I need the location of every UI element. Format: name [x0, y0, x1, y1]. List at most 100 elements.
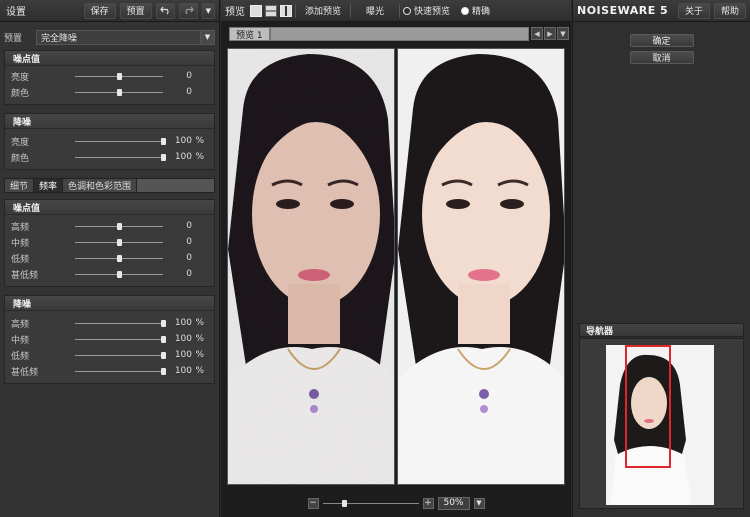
slider-track[interactable] — [75, 223, 163, 230]
radio-checked-icon — [461, 6, 470, 15]
chevron-left-icon[interactable]: ◀ — [531, 27, 543, 40]
slider-track[interactable] — [75, 352, 166, 359]
slider-label: 颜色 — [11, 88, 30, 99]
slider-label: 低频 — [11, 254, 30, 265]
slider-unit: % — [195, 136, 204, 146]
chevron-down-icon[interactable]: ▼ — [201, 2, 215, 19]
preset-value: 完全降噪 — [41, 33, 78, 44]
control-panel: NOISEWARE 5 关于 帮助 确定 取消 导航器 — [572, 0, 750, 517]
settings-title: 设置 — [6, 7, 26, 18]
split-vertical-icon[interactable] — [280, 4, 292, 17]
slider-track[interactable] — [75, 336, 166, 343]
preset-label: 预置 — [4, 33, 23, 44]
group-title: 噪点值 — [5, 51, 214, 66]
slider-label: 甚低频 — [11, 367, 39, 378]
slider-track[interactable] — [75, 368, 166, 375]
zoom-out-button[interactable]: − — [307, 497, 319, 509]
slider-thumb[interactable] — [117, 223, 122, 230]
slider-value: 0 — [186, 71, 192, 81]
slider-row: 甚低频 100% — [5, 363, 214, 379]
settings-panel: 设置 保存 预置 ▼ 预置 完全降噪 ▼ 噪点值 亮度 0 颜色 0 降噪 亮度… — [0, 0, 220, 517]
slider-thumb[interactable] — [117, 255, 122, 262]
slider-row: 低频 100% — [5, 347, 214, 363]
slider-track[interactable] — [75, 73, 163, 80]
undo-icon[interactable] — [155, 2, 175, 19]
slider-thumb[interactable] — [161, 138, 166, 145]
slider-thumb[interactable] — [161, 352, 166, 359]
split-horizontal-icon[interactable] — [265, 4, 277, 17]
about-button[interactable]: 关于 — [677, 2, 710, 19]
slider-value: 0 — [186, 253, 192, 263]
denoised-preview-image[interactable] — [397, 48, 565, 485]
slider-track[interactable] — [75, 89, 163, 96]
slider-track[interactable] — [75, 138, 166, 145]
fast-preview-radio[interactable]: 快速预览 — [403, 4, 450, 17]
slider-thumb[interactable] — [117, 89, 122, 96]
help-button[interactable]: 帮助 — [713, 2, 746, 19]
slider-value: 0 — [186, 221, 192, 231]
add-preview-button[interactable]: 添加预览 — [299, 3, 347, 19]
brand-logo: NOISEWARE 5 — [577, 4, 669, 17]
preset-select[interactable]: 完全降噪 ▼ — [36, 29, 215, 45]
slider-track[interactable] — [75, 255, 163, 262]
slider-unit: % — [195, 366, 204, 376]
toolbar-divider — [350, 3, 352, 18]
portrait-after — [398, 49, 564, 484]
preset-button[interactable]: 预置 — [119, 2, 152, 19]
slider-track[interactable] — [75, 154, 166, 161]
slider-label: 高频 — [11, 319, 30, 330]
radio-unchecked-icon — [403, 6, 412, 15]
slider-thumb[interactable] — [161, 368, 166, 375]
slider-label: 亮度 — [11, 72, 30, 83]
tab-frequency[interactable]: 频率 — [34, 179, 64, 192]
exposure-button[interactable]: 曝光 — [360, 3, 390, 19]
slider-value: 100 — [174, 318, 192, 328]
navigator-viewport-box[interactable] — [625, 345, 671, 468]
redo-icon[interactable] — [178, 2, 198, 19]
preset-row: 预置 完全降噪 ▼ — [0, 28, 219, 46]
chevron-right-icon[interactable]: ▶ — [544, 27, 556, 40]
accurate-label: 精确 — [472, 7, 491, 17]
slider-value: 100 — [174, 136, 192, 146]
slider-row: 甚低频 0 — [5, 266, 214, 282]
cancel-button[interactable]: 取消 — [629, 51, 694, 64]
slider-thumb[interactable] — [161, 154, 166, 161]
slider-thumb[interactable] — [161, 320, 166, 327]
tab-tone-color[interactable]: 色调和色彩范围 — [63, 179, 138, 192]
chevron-down-icon[interactable]: ▼ — [473, 497, 485, 509]
slider-thumb[interactable] — [161, 336, 166, 343]
slider-track[interactable] — [75, 320, 166, 327]
accurate-radio[interactable]: 精确 — [461, 4, 490, 17]
save-button[interactable]: 保存 — [83, 2, 116, 19]
ok-button[interactable]: 确定 — [629, 34, 694, 47]
settings-toolbar: 设置 保存 预置 ▼ — [0, 0, 219, 22]
tab-preview-1[interactable]: 预览 1 — [229, 27, 270, 41]
slider-track[interactable] — [75, 239, 163, 246]
slider-row: 中频 0 — [5, 234, 214, 250]
slider-row: 亮度 100% — [5, 133, 214, 149]
slider-label: 低频 — [11, 351, 30, 362]
slider-thumb[interactable] — [117, 239, 122, 246]
single-view-icon[interactable] — [250, 4, 262, 17]
slider-track[interactable] — [75, 271, 163, 278]
slider-value: 100 — [174, 350, 192, 360]
tab-detail[interactable]: 细节 — [5, 179, 35, 192]
slider-thumb[interactable] — [117, 73, 122, 80]
slider-value: 100 — [174, 366, 192, 376]
navigator-thumbnail[interactable] — [606, 345, 714, 505]
zoom-slider[interactable] — [322, 499, 419, 507]
slider-value: 100 — [174, 334, 192, 344]
noise-level-group: 噪点值 亮度 0 颜色 0 — [4, 50, 215, 105]
preview-tabbar: 预览 1 ◀ ▶ ▼ — [221, 26, 571, 42]
slider-row: 低频 0 — [5, 250, 214, 266]
slider-label: 亮度 — [11, 137, 30, 148]
zoom-in-button[interactable]: + — [422, 497, 434, 509]
toolbar-divider — [295, 3, 296, 18]
slider-thumb[interactable] — [117, 271, 122, 278]
fast-preview-label: 快速预览 — [414, 7, 451, 17]
slider-row: 高频 0 — [5, 218, 214, 234]
zoom-slider-thumb[interactable] — [341, 499, 347, 507]
original-preview-image[interactable] — [227, 48, 395, 485]
chevron-down-icon[interactable]: ▼ — [557, 27, 569, 40]
zoom-value[interactable]: 50% — [437, 496, 470, 510]
